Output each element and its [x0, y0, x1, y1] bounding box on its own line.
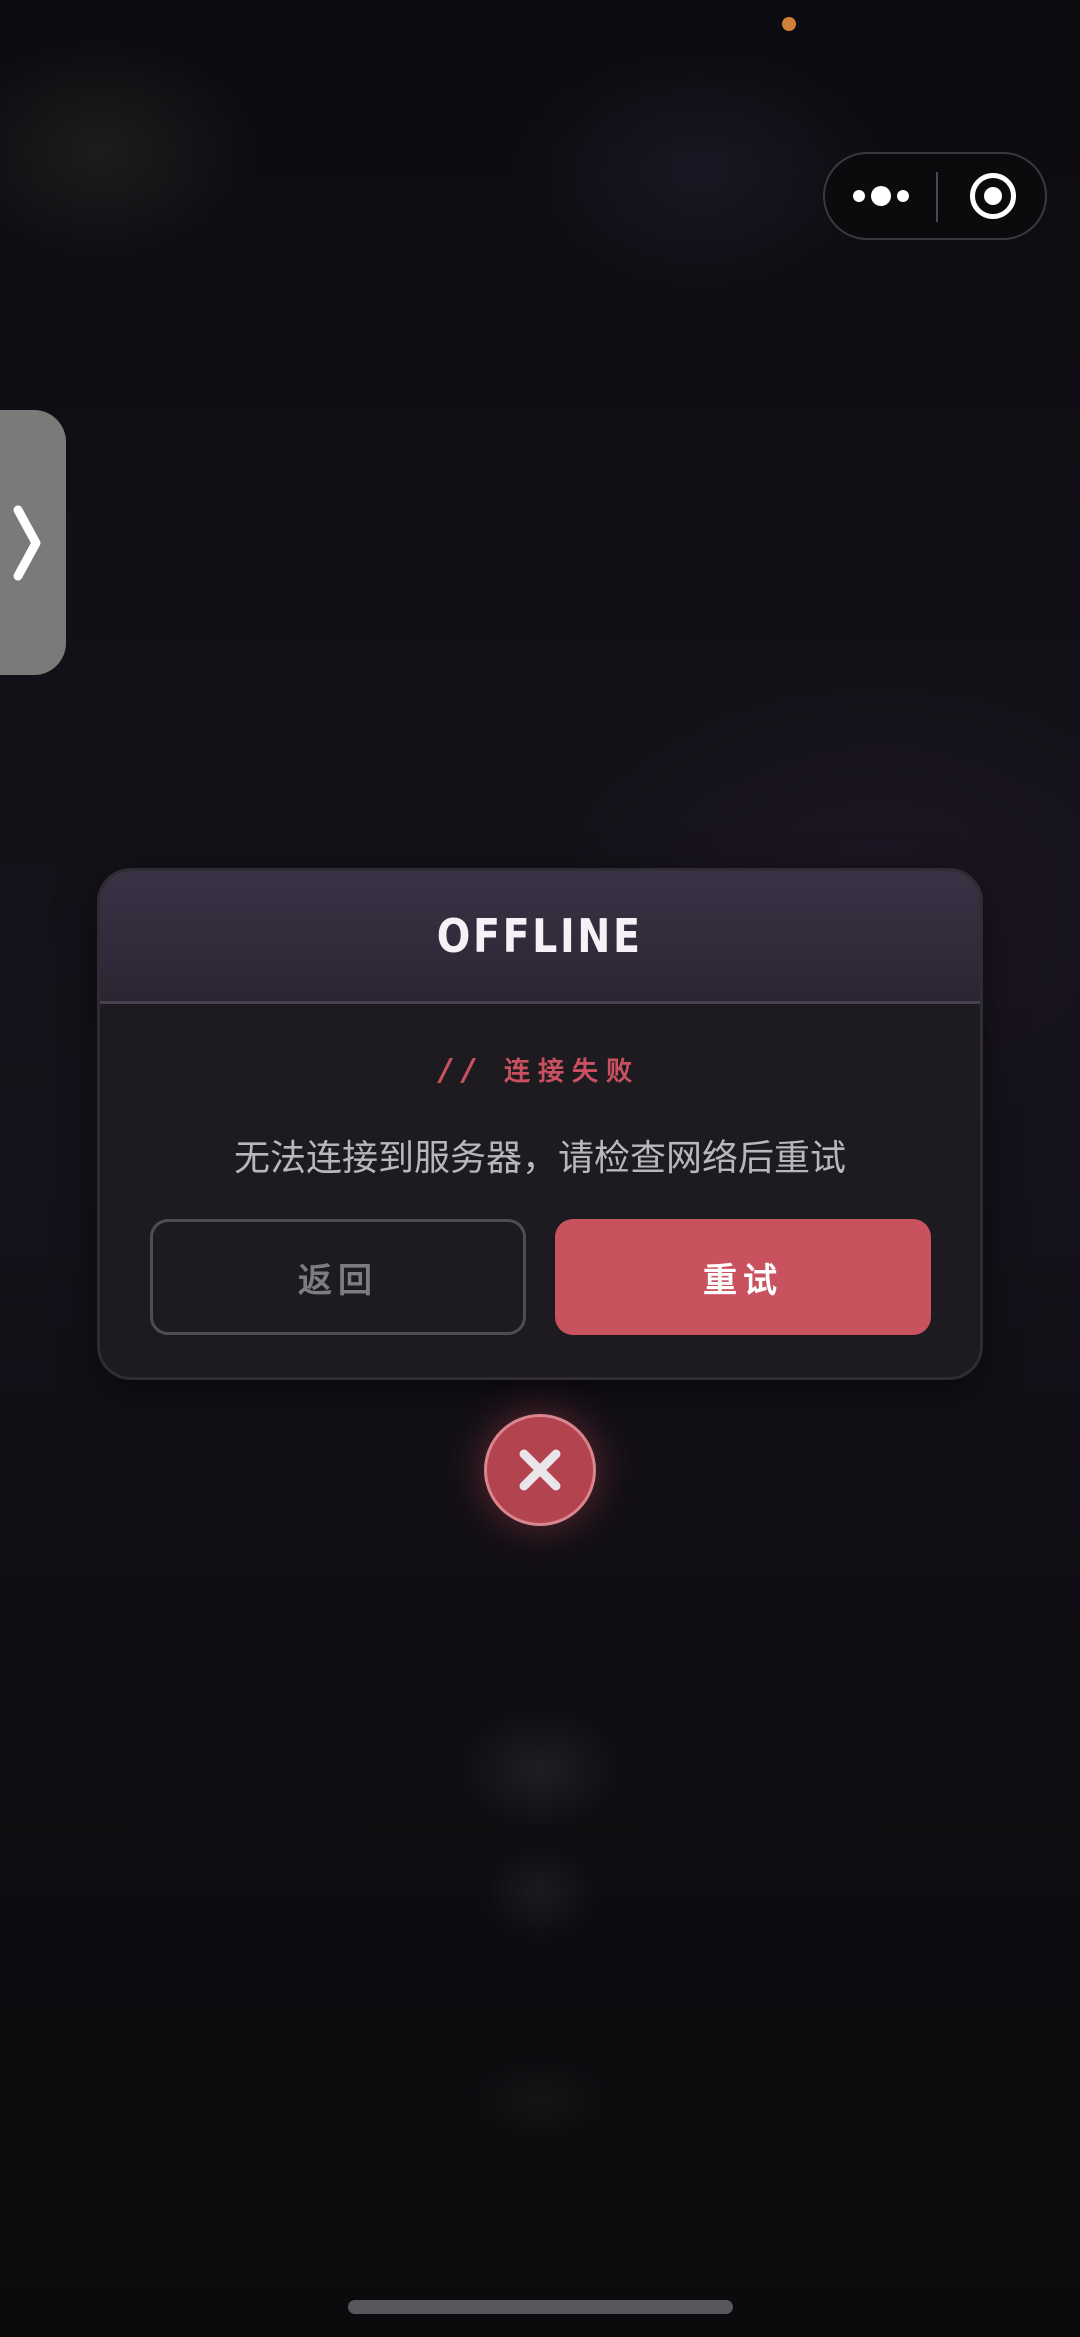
miniprogram-capsule — [823, 152, 1047, 240]
error-tag: // 连接失败 — [100, 1051, 980, 1088]
error-tag-slashes: // — [440, 1053, 486, 1088]
dialog-header: OFFLINE — [100, 871, 980, 1004]
close-dialog-button[interactable] — [484, 1414, 596, 1526]
chevron-right-icon — [13, 505, 41, 580]
exit-app-button[interactable] — [938, 154, 1047, 238]
status-indicator-dot — [782, 17, 796, 31]
close-x-icon — [519, 1449, 561, 1491]
home-indicator[interactable] — [348, 2300, 733, 2314]
more-button[interactable] — [825, 154, 936, 238]
retry-button[interactable]: 重试 — [555, 1219, 931, 1335]
error-tag-text: 连接失败 — [503, 1057, 640, 1087]
offline-dialog: OFFLINE // 连接失败 无法连接到服务器，请检查网络后重试 返回 重试 — [97, 868, 983, 1380]
dialog-title: OFFLINE — [437, 909, 643, 963]
side-drawer-toggle[interactable] — [0, 410, 66, 675]
target-ring-icon — [969, 173, 1016, 219]
back-button[interactable]: 返回 — [150, 1219, 526, 1335]
error-message: 无法连接到服务器，请检查网络后重试 — [233, 1138, 846, 1179]
